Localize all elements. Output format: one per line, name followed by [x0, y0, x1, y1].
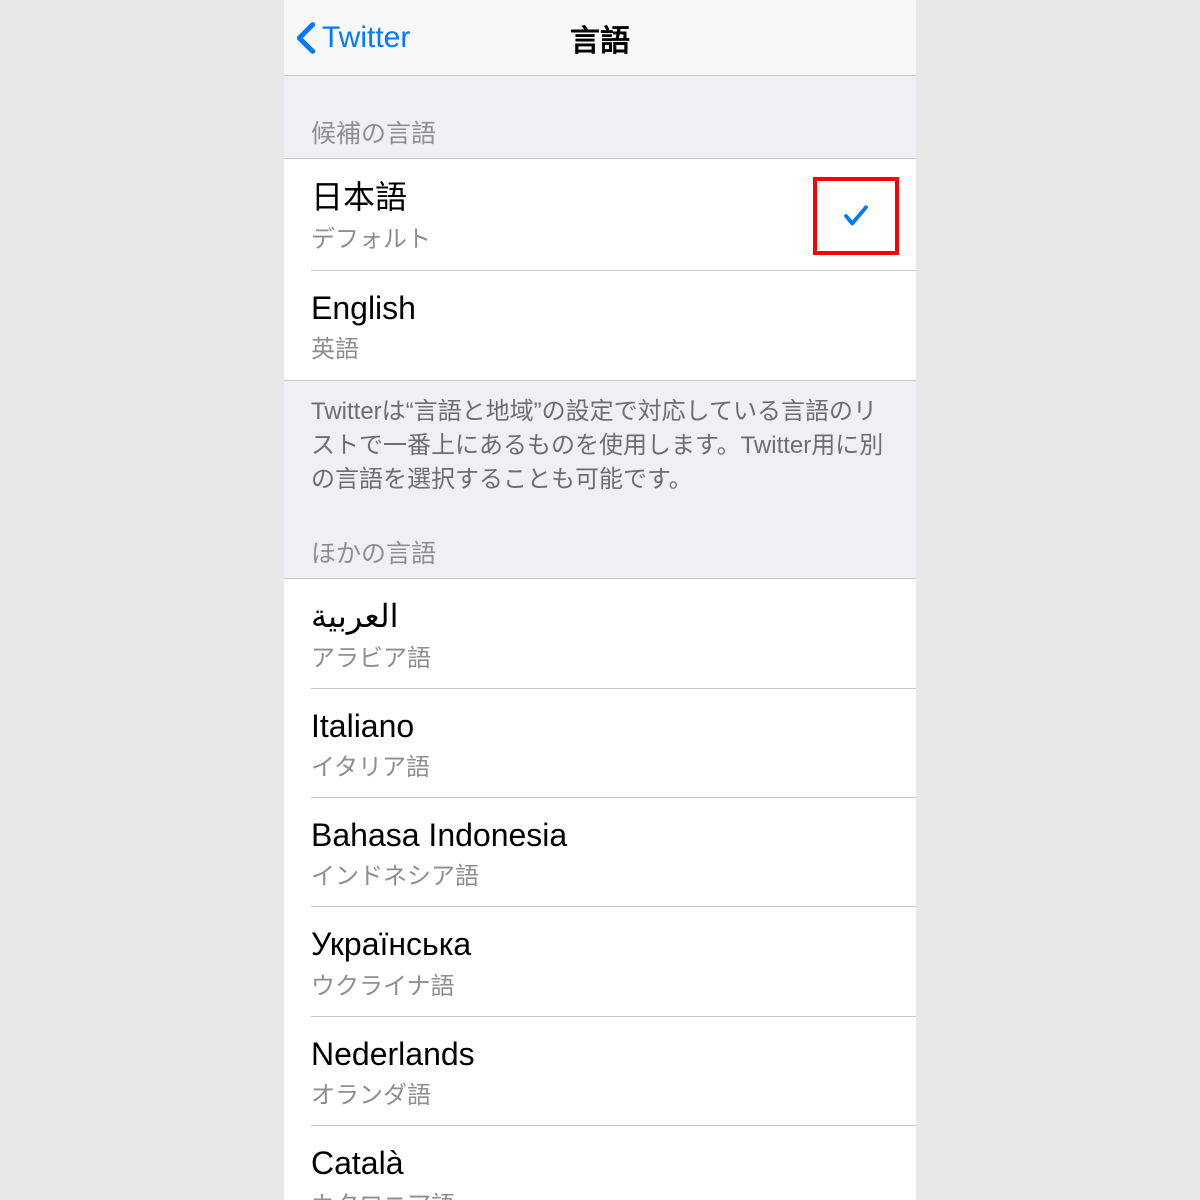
- list-item[interactable]: العربية アラビア語: [284, 579, 916, 688]
- list-item-english[interactable]: English 英語: [284, 271, 916, 380]
- checkmark-icon: [841, 201, 871, 231]
- list-item-japanese[interactable]: 日本語 デフォルト: [284, 159, 916, 271]
- section-header-suggested: 候補の言語: [284, 76, 916, 158]
- language-secondary: 英語: [311, 329, 889, 364]
- back-button[interactable]: Twitter: [284, 21, 410, 55]
- back-label: Twitter: [322, 21, 410, 55]
- list-item-content: Català カタロニア語: [311, 1144, 889, 1200]
- language-primary: English: [311, 289, 889, 327]
- list-group-suggested: 日本語 デフォルト English 英語: [284, 158, 916, 381]
- language-secondary: アラビア語: [311, 638, 889, 673]
- list-item[interactable]: Italiano イタリア語: [284, 689, 916, 798]
- chevron-left-icon: [296, 21, 316, 55]
- language-secondary: カタロニア語: [311, 1185, 889, 1200]
- list-item-content: Bahasa Indonesia インドネシア語: [311, 816, 889, 891]
- list-item[interactable]: Nederlands オランダ語: [284, 1017, 916, 1126]
- list-item-content: العربية アラビア語: [311, 597, 889, 672]
- language-primary: Українська: [311, 925, 889, 963]
- language-primary: 日本語: [311, 178, 813, 216]
- language-primary: Bahasa Indonesia: [311, 816, 889, 854]
- language-secondary: イタリア語: [311, 747, 889, 782]
- page-title: 言語: [570, 16, 630, 60]
- language-primary: Italiano: [311, 707, 889, 745]
- section-header-other: ほかの言語: [284, 496, 916, 578]
- list-item-content: Nederlands オランダ語: [311, 1035, 889, 1110]
- language-secondary: オランダ語: [311, 1075, 889, 1110]
- nav-bar: Twitter 言語: [284, 0, 916, 76]
- phone-screen: Twitter 言語 候補の言語 日本語 デフォルト English 英語 Tw…: [284, 0, 916, 1200]
- list-item-content: Italiano イタリア語: [311, 707, 889, 782]
- list-item-content: English 英語: [311, 289, 889, 364]
- list-item-content: Українська ウクライナ語: [311, 925, 889, 1000]
- list-item[interactable]: Català カタロニア語: [284, 1126, 916, 1200]
- language-secondary: デフォルト: [311, 219, 813, 254]
- language-secondary: ウクライナ語: [311, 966, 889, 1001]
- list-item[interactable]: Bahasa Indonesia インドネシア語: [284, 798, 916, 907]
- language-primary: العربية: [311, 597, 889, 635]
- list-item[interactable]: Українська ウクライナ語: [284, 907, 916, 1016]
- language-primary: Nederlands: [311, 1035, 889, 1073]
- language-secondary: インドネシア語: [311, 856, 889, 891]
- list-item-content: 日本語 デフォルト: [311, 178, 813, 253]
- annotation-highlight-box: [813, 177, 899, 255]
- language-primary: Català: [311, 1144, 889, 1182]
- section-footer-suggested: Twitterは“言語と地域”の設定で対応している言語のリストで一番上にあるもの…: [284, 381, 916, 496]
- list-group-other: العربية アラビア語 Italiano イタリア語 Bahasa Indo…: [284, 578, 916, 1200]
